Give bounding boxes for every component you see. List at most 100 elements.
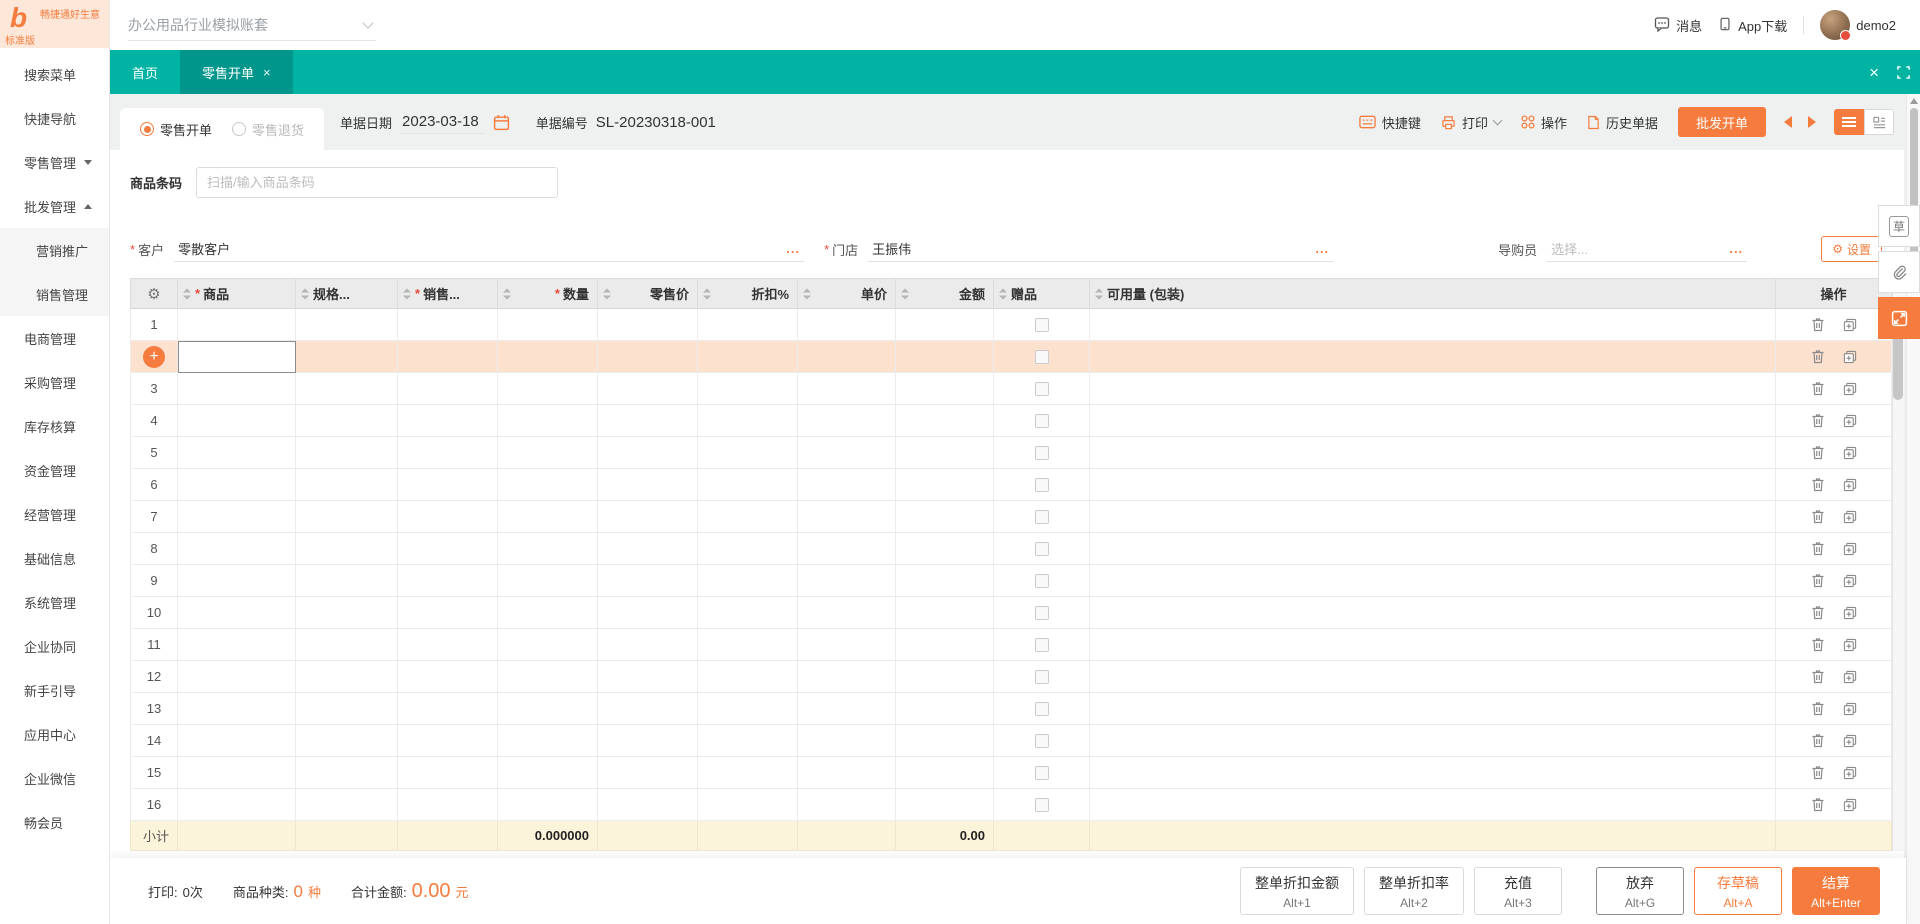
sidebar-item-4[interactable]: 营销推广 — [0, 228, 109, 272]
cell-r8-c11[interactable] — [1776, 533, 1892, 565]
cell-r2-c10[interactable] — [1090, 341, 1776, 373]
copy-row-icon[interactable] — [1843, 798, 1857, 812]
cell-r13-c10[interactable] — [1090, 693, 1776, 725]
row-number[interactable]: 16 — [130, 789, 178, 821]
product-input[interactable] — [179, 342, 295, 372]
sidebar-item-9[interactable]: 资金管理 — [0, 448, 109, 492]
cell-r4-c3[interactable] — [398, 405, 498, 437]
delete-row-icon[interactable] — [1811, 477, 1825, 492]
cell-r3-c10[interactable] — [1090, 373, 1776, 405]
gift-checkbox[interactable] — [1034, 605, 1049, 620]
cell-r11-c11[interactable] — [1776, 629, 1892, 661]
cell-r16-c5[interactable] — [598, 789, 698, 821]
gift-checkbox[interactable] — [1034, 509, 1049, 524]
sidebar-item-17[interactable]: 畅会员 — [0, 800, 109, 844]
delete-row-icon[interactable] — [1811, 509, 1825, 524]
history-button[interactable]: 历史单据 — [1587, 113, 1658, 132]
cell-r12-c6[interactable] — [698, 661, 798, 693]
cell-r12-c1[interactable] — [178, 661, 296, 693]
cell-r1-c6[interactable] — [698, 309, 798, 341]
wholesale-billing-button[interactable]: 批发开单 — [1677, 107, 1766, 137]
cell-r8-c6[interactable] — [698, 533, 798, 565]
footer-button-5[interactable]: 结算 Alt+Enter — [1792, 867, 1880, 915]
cell-r12-c7[interactable] — [798, 661, 896, 693]
print-button[interactable]: 打印 — [1441, 113, 1503, 132]
cell-r14-c7[interactable] — [798, 725, 896, 757]
column-header-1[interactable]: * 商品 — [178, 278, 296, 309]
cell-r4-c7[interactable] — [798, 405, 896, 437]
expand-button[interactable] — [1878, 297, 1920, 339]
cell-r7-c10[interactable] — [1090, 501, 1776, 533]
cell-r3-c5[interactable] — [598, 373, 698, 405]
cell-r13-c2[interactable] — [296, 693, 398, 725]
sidebar-item-1[interactable]: 快捷导航 — [0, 96, 109, 140]
delete-row-icon[interactable] — [1811, 573, 1825, 588]
delete-row-icon[interactable] — [1811, 733, 1825, 748]
prev-doc-icon[interactable] — [1784, 116, 1792, 128]
delete-row-icon[interactable] — [1811, 605, 1825, 620]
copy-row-icon[interactable] — [1843, 574, 1857, 588]
gift-checkbox[interactable] — [1034, 317, 1049, 332]
attachment-button[interactable] — [1878, 251, 1920, 293]
sort-carets-icon[interactable] — [403, 287, 411, 300]
cell-r2-c2[interactable] — [296, 341, 398, 373]
column-header-11[interactable]: 操作 — [1776, 278, 1892, 309]
row-number[interactable]: 1 — [130, 309, 178, 341]
operations-button[interactable]: 操作 — [1521, 113, 1567, 132]
sidebar-item-5[interactable]: 销售管理 — [0, 272, 109, 316]
sidebar-item-3[interactable]: 批发管理 — [0, 184, 109, 228]
cell-r11-c4[interactable] — [498, 629, 598, 661]
row-number[interactable]: 14 — [130, 725, 178, 757]
cell-r4-c2[interactable] — [296, 405, 398, 437]
cell-r14-c6[interactable] — [698, 725, 798, 757]
gift-checkbox[interactable] — [1034, 637, 1049, 652]
cell-r9-c7[interactable] — [798, 565, 896, 597]
cell-r11-c5[interactable] — [598, 629, 698, 661]
cell-r5-c1[interactable] — [178, 437, 296, 469]
cell-r15-c1[interactable] — [178, 757, 296, 789]
sidebar-item-10[interactable]: 经营管理 — [0, 492, 109, 536]
tab-1[interactable]: 零售开单 × — [180, 50, 293, 94]
delete-row-icon[interactable] — [1811, 413, 1825, 428]
cell-r6-c6[interactable] — [698, 469, 798, 501]
customer-picker-icon[interactable]: ... — [786, 241, 800, 256]
cell-r12-c10[interactable] — [1090, 661, 1776, 693]
gift-checkbox[interactable] — [1034, 349, 1049, 364]
cell-r9-c8[interactable] — [896, 565, 994, 597]
gift-checkbox[interactable] — [1034, 733, 1049, 748]
cell-r15-c8[interactable] — [896, 757, 994, 789]
delete-row-icon[interactable] — [1811, 317, 1825, 332]
cell-r6-c3[interactable] — [398, 469, 498, 501]
column-header-8[interactable]: 金额 — [896, 278, 994, 309]
customer-field[interactable]: 零散客户 ... — [174, 236, 805, 262]
sidebar-item-7[interactable]: 采购管理 — [0, 360, 109, 404]
delete-row-icon[interactable] — [1811, 701, 1825, 716]
gift-checkbox[interactable] — [1034, 573, 1049, 588]
gift-checkbox[interactable] — [1034, 381, 1049, 396]
cell-r5-c5[interactable] — [598, 437, 698, 469]
row-number[interactable]: 3 — [130, 373, 178, 405]
cell-r10-c4[interactable] — [498, 597, 598, 629]
cell-r2-c3[interactable] — [398, 341, 498, 373]
cell-r14-c3[interactable] — [398, 725, 498, 757]
sort-carets-icon[interactable] — [183, 287, 191, 300]
cell-r13-c8[interactable] — [896, 693, 994, 725]
sidebar-item-12[interactable]: 系统管理 — [0, 580, 109, 624]
cell-r16-c9[interactable] — [994, 789, 1090, 821]
cell-r9-c5[interactable] — [598, 565, 698, 597]
row-number[interactable]: 5 — [130, 437, 178, 469]
guide-field[interactable]: 选择... ... — [1547, 236, 1748, 262]
cell-r8-c7[interactable] — [798, 533, 896, 565]
cell-r5-c8[interactable] — [896, 437, 994, 469]
table-scrollbar-track[interactable] — [1892, 597, 1904, 629]
cell-r8-c3[interactable] — [398, 533, 498, 565]
cell-r8-c8[interactable] — [896, 533, 994, 565]
cell-r11-c6[interactable] — [698, 629, 798, 661]
table-scrollbar-track[interactable] — [1892, 789, 1904, 821]
cell-r7-c5[interactable] — [598, 501, 698, 533]
card-view-toggle[interactable] — [1864, 109, 1894, 135]
app-download-button[interactable]: App下载 — [1718, 16, 1787, 35]
cell-r7-c11[interactable] — [1776, 501, 1892, 533]
table-scrollbar-track[interactable] — [1892, 533, 1904, 565]
cell-r6-c2[interactable] — [296, 469, 398, 501]
